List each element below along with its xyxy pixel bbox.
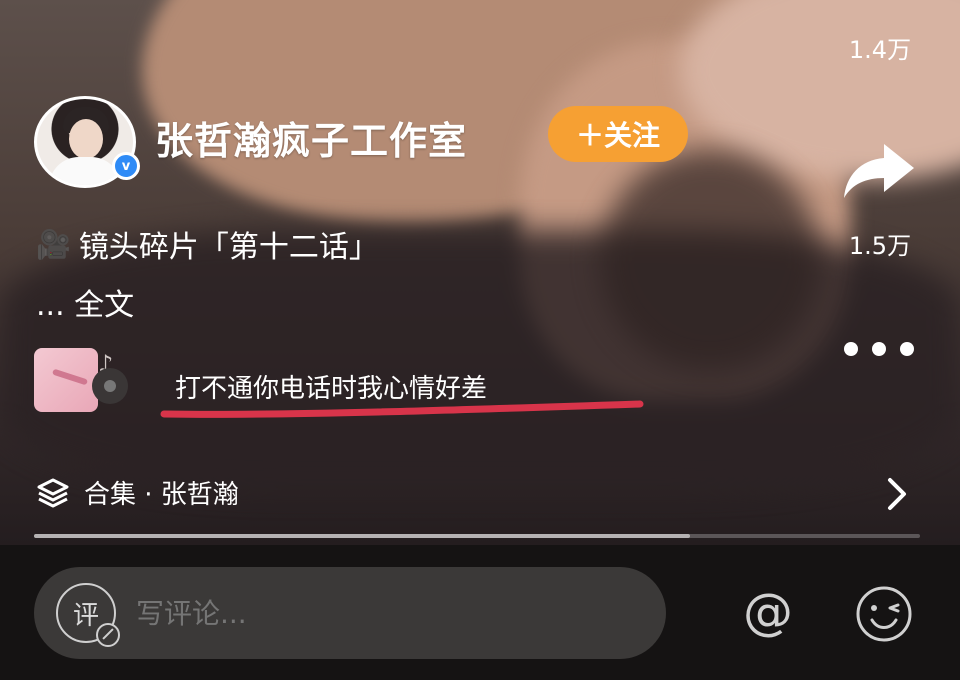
chevron-right-icon[interactable] xyxy=(882,476,912,512)
share-count-label: 1.5万 xyxy=(848,232,912,260)
like-count-label: 1.4万 xyxy=(848,36,912,64)
more-dots-icon[interactable] xyxy=(844,334,914,364)
music-cover[interactable] xyxy=(34,348,98,412)
share-count: 1.5万 xyxy=(842,226,918,261)
like-count[interactable]: 1.4万 xyxy=(842,30,918,65)
comment-badge-icon: 评 xyxy=(56,583,120,647)
vinyl-disc-icon xyxy=(92,368,128,404)
emoji-icon[interactable] xyxy=(854,584,914,644)
dot xyxy=(844,342,858,356)
video-player[interactable] xyxy=(0,0,960,545)
playback-progress-fill xyxy=(34,534,690,538)
comment-disabled-icon xyxy=(96,623,120,647)
comment-input[interactable] xyxy=(134,595,558,631)
follow-button[interactable]: ＋关注 xyxy=(548,106,688,162)
post-caption: 🎥 镜头碎片「第十二话」 xyxy=(36,222,379,266)
red-underline-annotation xyxy=(160,400,644,418)
movie-camera-icon: 🎥 xyxy=(36,227,71,261)
caption-text: 镜头碎片「第十二话」 xyxy=(78,230,379,265)
dot xyxy=(900,342,914,356)
share-icon[interactable] xyxy=(840,140,918,200)
collection-label: 合集 · 张哲瀚 xyxy=(84,480,239,510)
music-note-icon: ♪ xyxy=(90,350,130,406)
music-cover-art xyxy=(51,368,89,386)
avatar-face xyxy=(69,119,103,159)
video-frame-shadow xyxy=(600,150,820,370)
collection-row[interactable]: 合集 · 张哲瀚 xyxy=(36,474,239,511)
avatar-shirt xyxy=(49,157,121,185)
author-avatar[interactable]: v xyxy=(34,96,140,188)
mention-icon[interactable]: @ xyxy=(740,583,796,641)
comment-badge-char: 评 xyxy=(72,600,99,631)
author-name[interactable]: 张哲瀚疯子工作室 xyxy=(155,110,467,165)
comment-box[interactable]: 评 xyxy=(34,567,666,659)
playback-progress[interactable] xyxy=(34,534,920,538)
layers-icon xyxy=(37,478,69,507)
dot xyxy=(872,342,886,356)
expand-caption-link[interactable]: ... 全文 xyxy=(36,280,134,324)
verified-icon: v xyxy=(112,152,140,180)
